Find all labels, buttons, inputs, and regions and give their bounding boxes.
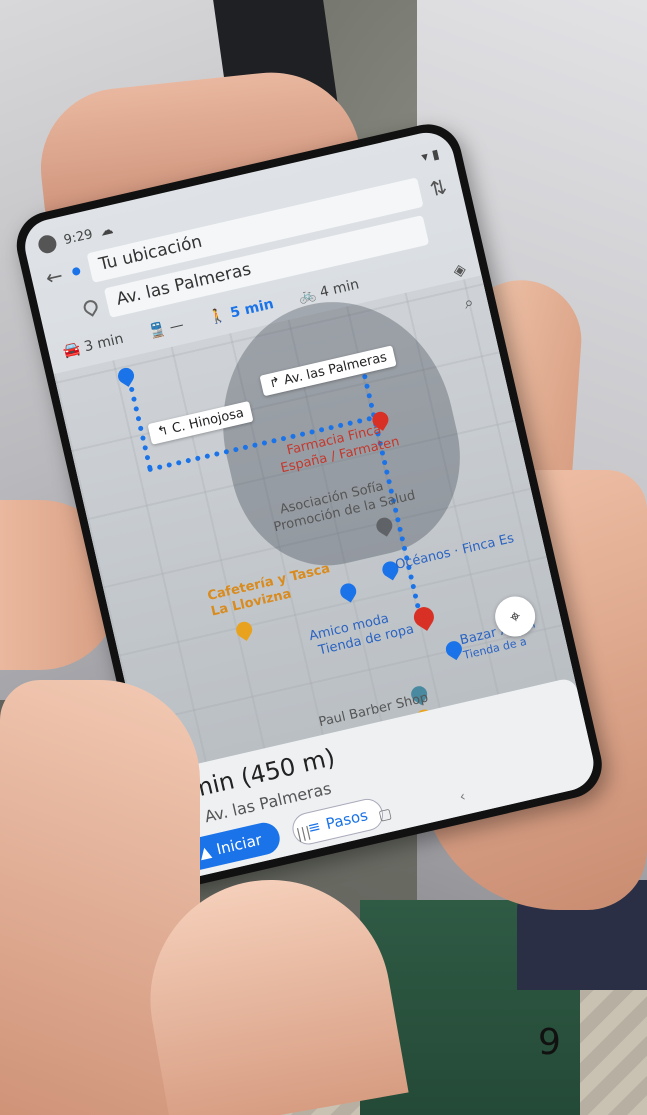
back-arrow-icon[interactable]: ← [43, 263, 65, 290]
back-nav-icon[interactable]: ‹ [458, 789, 468, 810]
mode-walk-time: 5 min [228, 296, 276, 322]
shop-pin-icon[interactable] [337, 580, 360, 603]
overlay-number: 9 [538, 1022, 561, 1063]
car-icon: 🚘 [61, 340, 82, 361]
cloud-icon: ☁ [98, 221, 115, 240]
mode-transit[interactable]: 🚆 — [147, 317, 186, 341]
signal-icon: ▾ ▮ [420, 146, 441, 166]
mode-bike-time: 4 min [318, 276, 361, 301]
cafe-pin-icon[interactable] [233, 618, 256, 641]
search-icon[interactable]: ⌕ [462, 292, 475, 314]
photo-scene: 9:29 ☁ ▾ ▮ ← Tu ubicación ⇅ Av. las Palm… [0, 0, 647, 1115]
mode-transit-time: — [168, 316, 186, 336]
origin-dot-icon [71, 266, 81, 277]
walk-icon: 🚶 [207, 307, 228, 327]
menu-nav-icon[interactable]: ||| [295, 824, 313, 847]
mode-car[interactable]: 🚘 3 min [61, 331, 125, 360]
destination-marker-icon[interactable] [410, 603, 438, 631]
destination-pin-icon [81, 297, 101, 317]
mode-car-time: 3 min [82, 330, 126, 356]
mode-walk[interactable]: 🚶 5 min [207, 296, 275, 326]
transit-icon: 🚆 [146, 321, 168, 341]
walker-start-icon [115, 364, 138, 387]
home-nav-icon[interactable]: ▢ [377, 806, 394, 828]
layers-icon[interactable]: ◈ [451, 259, 467, 280]
swap-icon[interactable]: ⇅ [427, 174, 449, 201]
crosshair-icon: ⌖ [507, 605, 523, 628]
status-time: 9:29 [62, 226, 95, 248]
profile-avatar-icon[interactable] [36, 233, 59, 256]
